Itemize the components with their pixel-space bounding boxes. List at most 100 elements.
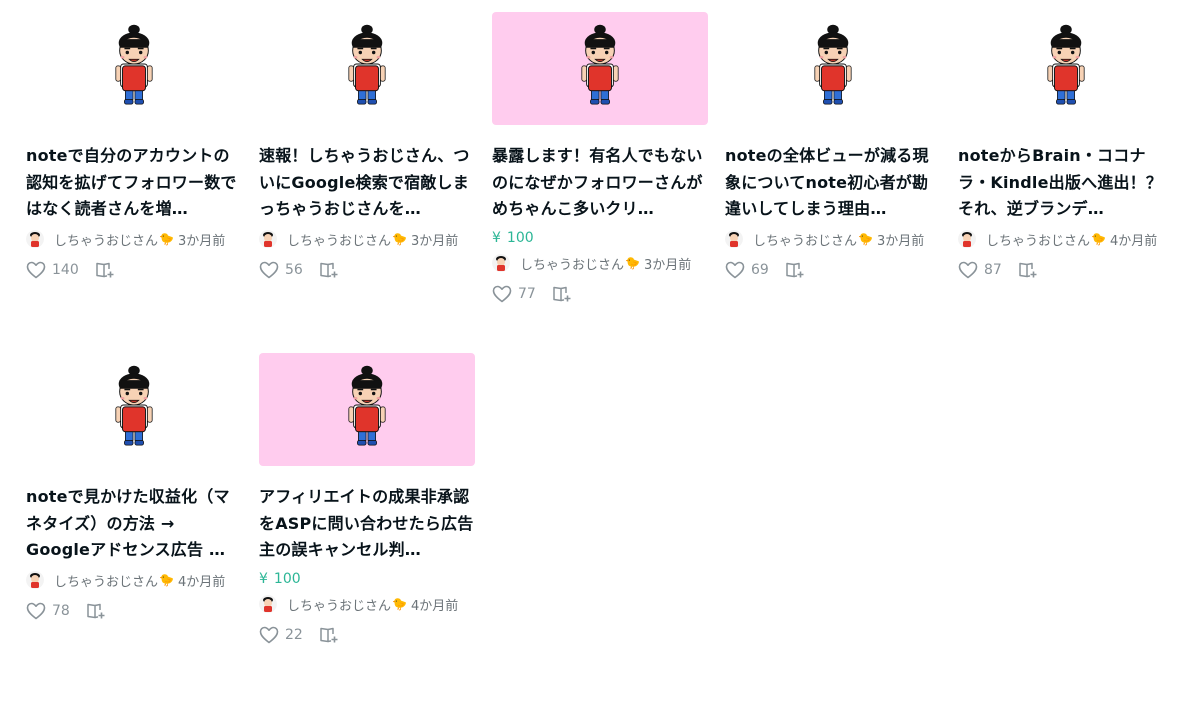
- like-button[interactable]: 77: [492, 285, 536, 303]
- card-title[interactable]: アフィリエイトの成果非承認をASPに問い合わせたら広告主の誤キャンセル判…: [259, 484, 475, 564]
- magazine-add-icon: [786, 262, 804, 278]
- avatar[interactable]: [259, 230, 277, 248]
- like-count: 77: [518, 286, 536, 302]
- publish-date: 3か月前: [410, 233, 459, 249]
- heart-outline-icon: [725, 261, 745, 279]
- card-title[interactable]: 暴露します！有名人でもないのになぜかフォロワーさんがめちゃんこ多いクリ…: [492, 143, 708, 223]
- note-card[interactable]: noteで自分のアカウントの認知を拡げてフォロワー数ではなく読者さんを増… しち…: [26, 12, 242, 281]
- note-card[interactable]: アフィリエイトの成果非承認をASPに問い合わせたら広告主の誤キャンセル判… ¥ …: [259, 353, 475, 646]
- yen-icon: ¥: [492, 230, 501, 246]
- publish-date: 3か月前: [876, 233, 925, 249]
- card-thumbnail[interactable]: [492, 12, 708, 125]
- card-actions: 87: [958, 259, 1174, 281]
- card-thumbnail[interactable]: [26, 353, 242, 466]
- like-button[interactable]: 56: [259, 261, 303, 279]
- card-thumbnail[interactable]: [259, 353, 475, 466]
- yen-icon: ¥: [259, 571, 268, 587]
- note-card[interactable]: noteの全体ビューが減る現象についてnote初心者が勘違いしてしまう理由… し…: [725, 12, 941, 281]
- like-count: 22: [285, 627, 303, 643]
- like-button[interactable]: 140: [26, 261, 79, 279]
- like-count: 56: [285, 262, 303, 278]
- avatar[interactable]: [725, 230, 743, 248]
- character-illustration: [348, 24, 386, 105]
- card-meta: しちゃうおじさん 🐤 4か月前: [259, 594, 475, 614]
- note-card[interactable]: 速報！しちゃうおじさん、ついにGoogle検索で宿敵しまっちゃうおじさんを… し…: [259, 12, 475, 281]
- character-illustration: [348, 365, 386, 446]
- card-thumbnail[interactable]: [725, 12, 941, 125]
- add-to-magazine-button[interactable]: [552, 285, 572, 303]
- like-button[interactable]: 78: [26, 602, 70, 620]
- card-meta: しちゃうおじさん 🐤 3か月前: [259, 229, 475, 249]
- card-thumbnail[interactable]: [259, 12, 475, 125]
- card-meta: しちゃうおじさん 🐤 3か月前: [26, 229, 242, 249]
- add-to-magazine-button[interactable]: [86, 602, 106, 620]
- avatar[interactable]: [958, 230, 976, 248]
- price-value: 100: [273, 571, 301, 587]
- heart-outline-icon: [492, 285, 512, 303]
- card-actions: 140: [26, 259, 242, 281]
- card-thumbnail[interactable]: [958, 12, 1174, 125]
- character-illustration: [581, 24, 619, 105]
- card-title[interactable]: 速報！しちゃうおじさん、ついにGoogle検索で宿敵しまっちゃうおじさんを…: [259, 143, 475, 223]
- note-card[interactable]: noteからBrain・ココナラ・Kindle出版へ進出！？それ、逆ブランデ… …: [958, 12, 1174, 281]
- heart-outline-icon: [26, 261, 46, 279]
- avatar[interactable]: [492, 254, 510, 272]
- like-button[interactable]: 69: [725, 261, 769, 279]
- avatar[interactable]: [259, 595, 277, 613]
- chick-icon: 🐤: [858, 232, 873, 246]
- add-to-magazine-button[interactable]: [319, 261, 339, 279]
- note-card[interactable]: 暴露します！有名人でもないのになぜかフォロワーさんがめちゃんこ多いクリ… ¥ 1…: [492, 12, 708, 305]
- publish-date: 3か月前: [177, 233, 226, 249]
- card-meta: しちゃうおじさん 🐤 4か月前: [958, 229, 1174, 249]
- add-to-magazine-button[interactable]: [95, 261, 115, 279]
- magazine-add-icon: [553, 286, 571, 302]
- add-to-magazine-button[interactable]: [319, 626, 339, 644]
- card-thumbnail[interactable]: [26, 12, 242, 125]
- chick-icon: 🐤: [1091, 232, 1106, 246]
- add-to-magazine-button[interactable]: [1018, 261, 1038, 279]
- character-illustration: [1047, 24, 1085, 105]
- heart-outline-icon: [958, 261, 978, 279]
- card-meta: しちゃうおじさん 🐤 3か月前: [492, 253, 708, 273]
- card-actions: 22: [259, 624, 475, 646]
- avatar[interactable]: [26, 230, 44, 248]
- price-label: ¥ 100: [259, 570, 475, 588]
- author-name[interactable]: しちゃうおじさん: [287, 595, 391, 614]
- note-card[interactable]: noteで見かけた収益化（マネタイズ）の方法 → Googleアドセンス広告 ……: [26, 353, 242, 622]
- card-title[interactable]: noteの全体ビューが減る現象についてnote初心者が勘違いしてしまう理由…: [725, 143, 941, 223]
- author-name[interactable]: しちゃうおじさん: [54, 571, 158, 590]
- magazine-add-icon: [1019, 262, 1037, 278]
- like-button[interactable]: 22: [259, 626, 303, 644]
- like-count: 87: [984, 262, 1002, 278]
- card-actions: 77: [492, 283, 708, 305]
- chick-icon: 🐤: [625, 256, 640, 270]
- chick-icon: 🐤: [392, 597, 407, 611]
- author-name[interactable]: しちゃうおじさん: [986, 230, 1090, 249]
- like-count: 69: [751, 262, 769, 278]
- add-to-magazine-button[interactable]: [785, 261, 805, 279]
- avatar[interactable]: [26, 571, 44, 589]
- like-button[interactable]: 87: [958, 261, 1002, 279]
- author-name[interactable]: しちゃうおじさん: [54, 230, 158, 249]
- card-title[interactable]: noteで見かけた収益化（マネタイズ）の方法 → Googleアドセンス広告 …: [26, 484, 242, 564]
- chick-icon: 🐤: [392, 232, 407, 246]
- heart-outline-icon: [259, 626, 279, 644]
- magazine-add-icon: [87, 603, 105, 619]
- magazine-add-icon: [320, 262, 338, 278]
- chick-icon: 🐤: [159, 232, 174, 246]
- publish-date: 3か月前: [643, 257, 692, 273]
- card-meta: しちゃうおじさん 🐤 4か月前: [26, 570, 242, 590]
- author-name[interactable]: しちゃうおじさん: [287, 230, 391, 249]
- card-actions: 69: [725, 259, 941, 281]
- publish-date: 4か月前: [177, 574, 226, 590]
- card-meta: しちゃうおじさん 🐤 3か月前: [725, 229, 941, 249]
- price-value: 100: [506, 230, 534, 246]
- heart-outline-icon: [26, 602, 46, 620]
- chick-icon: 🐤: [159, 573, 174, 587]
- publish-date: 4か月前: [410, 598, 459, 614]
- card-title[interactable]: noteからBrain・ココナラ・Kindle出版へ進出！？それ、逆ブランデ…: [958, 143, 1174, 223]
- author-name[interactable]: しちゃうおじさん: [520, 254, 624, 273]
- card-title[interactable]: noteで自分のアカウントの認知を拡げてフォロワー数ではなく読者さんを増…: [26, 143, 242, 223]
- author-name[interactable]: しちゃうおじさん: [753, 230, 857, 249]
- like-count: 140: [52, 262, 79, 278]
